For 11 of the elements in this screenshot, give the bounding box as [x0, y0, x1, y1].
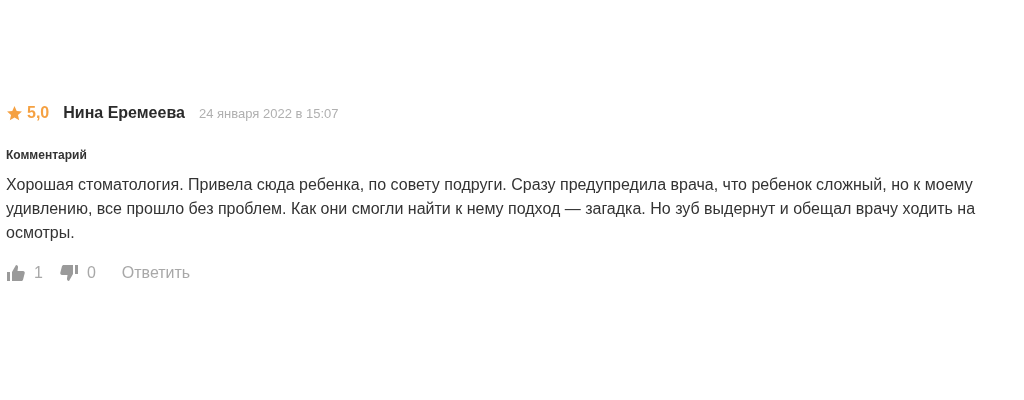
- reply-link[interactable]: Ответить: [121, 264, 191, 282]
- dislike-button[interactable]: 0: [58, 263, 96, 283]
- rating-value: 5,0: [27, 104, 50, 122]
- review-text: Хорошая стоматология. Привела сюда ребенка, по совету подруги. Сразу предупредила врача, что ребенок сложный, но к моему удивлению, все прошло без проблем. Как они смогли найти к нему подход — загадка. Но зуб выдернут и обещал врачу ходить на осмотры.: [6, 175, 977, 243]
- section-label: Комментарий: [6, 148, 88, 162]
- author-name: Нина Еремеева: [63, 104, 185, 122]
- star-icon: [6, 104, 23, 122]
- thumbs-up-icon: [6, 263, 26, 283]
- thumbs-down-icon: [58, 263, 79, 283]
- review-date: 24 января 2022 в 15:07: [198, 105, 339, 121]
- like-button[interactable]: 1: [6, 263, 43, 283]
